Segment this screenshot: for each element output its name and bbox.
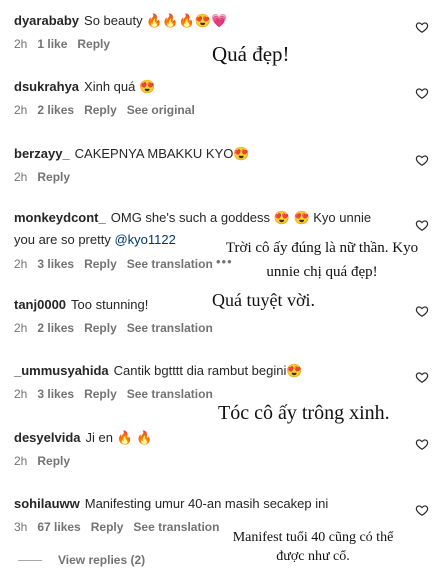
comment-username[interactable]: monkeydcont_ bbox=[14, 210, 106, 225]
comment-time: 2h bbox=[14, 103, 28, 117]
like-heart-icon[interactable] bbox=[415, 218, 429, 232]
comment-text: Xinh quá 😍 bbox=[84, 79, 156, 94]
likes-count[interactable]: 3 likes bbox=[37, 257, 74, 271]
comment-username[interactable]: desyelvida bbox=[14, 430, 81, 445]
comment-text: Manifesting umur 40-an masih secakep ini bbox=[84, 496, 329, 511]
see-original-button[interactable]: See original bbox=[127, 103, 195, 117]
comment-time: 3h bbox=[14, 520, 28, 534]
comment-username[interactable]: _ummusyahida bbox=[14, 363, 109, 378]
like-heart-icon[interactable] bbox=[415, 304, 429, 318]
likes-count[interactable]: 3 likes bbox=[37, 387, 74, 401]
comment-username[interactable]: dyarababy bbox=[14, 13, 79, 28]
comment-time: 2h bbox=[14, 257, 28, 271]
view-replies[interactable]: View replies (2) bbox=[18, 553, 145, 567]
comment-meta: 2h Reply bbox=[14, 170, 444, 184]
see-translation-button[interactable]: See translation bbox=[127, 321, 213, 335]
divider bbox=[18, 559, 42, 561]
translation-caption: Manifest tuổi 40 cũng có thể được như cổ… bbox=[232, 530, 394, 564]
comment-text: Cantik bgtttt dia rambut begini😍 bbox=[113, 363, 303, 378]
comment-meta: 2h 2 likes Reply See original bbox=[14, 103, 444, 117]
comment-time: 2h bbox=[14, 387, 28, 401]
reply-button[interactable]: Reply bbox=[77, 37, 110, 51]
comment-text: Too stunning! bbox=[71, 297, 149, 312]
reply-button[interactable]: Reply bbox=[84, 257, 117, 271]
comment-time: 2h bbox=[14, 454, 28, 468]
like-heart-icon[interactable] bbox=[415, 437, 429, 451]
like-heart-icon[interactable] bbox=[415, 370, 429, 384]
translation-caption: Trời cô ấy đúng là nữ thần. Kyo unnie ch… bbox=[225, 240, 419, 280]
comment-username[interactable]: sohilauww bbox=[14, 496, 80, 511]
comment-username[interactable]: dsukrahya bbox=[14, 79, 79, 94]
reply-button[interactable]: Reply bbox=[84, 321, 117, 335]
comment-text: Ji en 🔥 🔥 bbox=[85, 430, 153, 445]
translation-caption: Quá đẹp! bbox=[212, 42, 290, 66]
reply-button[interactable]: Reply bbox=[91, 520, 124, 534]
translation-caption: Tóc cô ấy trông xinh. bbox=[218, 402, 390, 424]
comment-item: _ummusyahida Cantik bgtttt dia rambut beg… bbox=[14, 360, 444, 401]
see-translation-button[interactable]: See translation bbox=[127, 257, 213, 271]
like-heart-icon[interactable] bbox=[415, 153, 429, 167]
comment-time: 2h bbox=[14, 170, 28, 184]
reply-button[interactable]: Reply bbox=[37, 454, 70, 468]
comment-username[interactable]: berzayy_ bbox=[14, 146, 70, 161]
likes-count[interactable]: 67 likes bbox=[37, 520, 80, 534]
like-heart-icon[interactable] bbox=[415, 503, 429, 517]
comment-item: desyelvida Ji en 🔥 🔥 2h Reply bbox=[14, 427, 444, 468]
reply-button[interactable]: Reply bbox=[84, 387, 117, 401]
reply-button[interactable]: Reply bbox=[84, 103, 117, 117]
comment-meta: 2h 3 likes Reply See translation bbox=[14, 387, 444, 401]
comment-username[interactable]: tanj0000 bbox=[14, 297, 66, 312]
reply-button[interactable]: Reply bbox=[37, 170, 70, 184]
like-heart-icon[interactable] bbox=[415, 20, 429, 34]
comment-text: So beauty 🔥🔥🔥😍💗 bbox=[84, 13, 228, 28]
see-translation-button[interactable]: See translation bbox=[133, 520, 219, 534]
like-heart-icon[interactable] bbox=[415, 86, 429, 100]
mention-link[interactable]: @kyo1122 bbox=[114, 232, 175, 247]
comment-time: 2h bbox=[14, 37, 28, 51]
comment-meta: 2h Reply bbox=[14, 454, 444, 468]
likes-count[interactable]: 1 like bbox=[37, 37, 67, 51]
comment-meta: 2h 2 likes Reply See translation bbox=[14, 321, 444, 335]
comment-time: 2h bbox=[14, 321, 28, 335]
view-replies-button[interactable]: View replies (2) bbox=[58, 553, 145, 567]
likes-count[interactable]: 2 likes bbox=[37, 103, 74, 117]
comment-item: berzayy_ CAKEPNYA MBAKKU KYO😍 2h Reply bbox=[14, 143, 444, 184]
translation-caption: Quá tuyệt vời. bbox=[212, 290, 315, 310]
likes-count[interactable]: 2 likes bbox=[37, 321, 74, 335]
comment-text: CAKEPNYA MBAKKU KYO😍 bbox=[74, 146, 250, 161]
comment-item: dsukrahya Xinh quá 😍 2h 2 likes Reply See or… bbox=[14, 76, 444, 117]
see-translation-button[interactable]: See translation bbox=[127, 387, 213, 401]
